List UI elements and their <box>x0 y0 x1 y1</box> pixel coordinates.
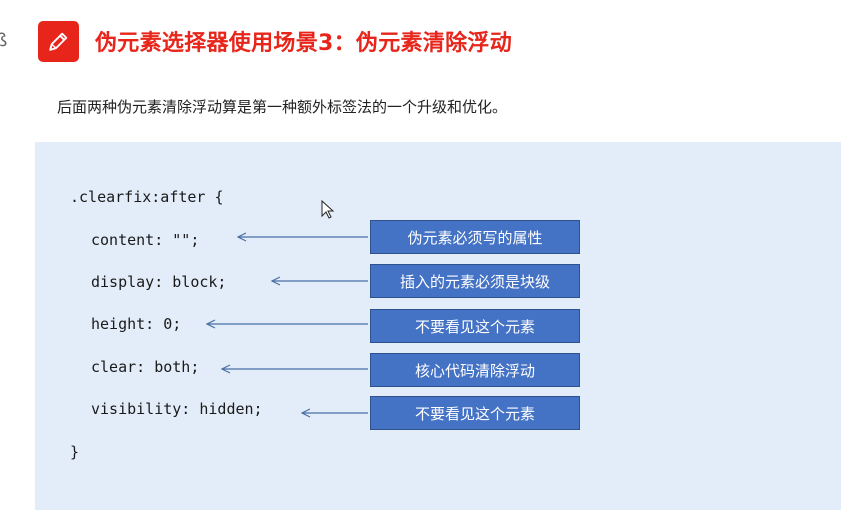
mouse-cursor-icon <box>321 200 335 219</box>
label-hide-element: 不要看见这个元素 <box>370 309 580 343</box>
label-content-required: 伪元素必须写的属性 <box>370 220 580 254</box>
label-clear-float: 核心代码清除浮动 <box>370 353 580 387</box>
label-hide-element-2: 不要看见这个元素 <box>370 396 580 430</box>
label-block-level: 插入的元素必须是块级 <box>370 264 580 298</box>
annotation-arrows <box>205 232 368 418</box>
